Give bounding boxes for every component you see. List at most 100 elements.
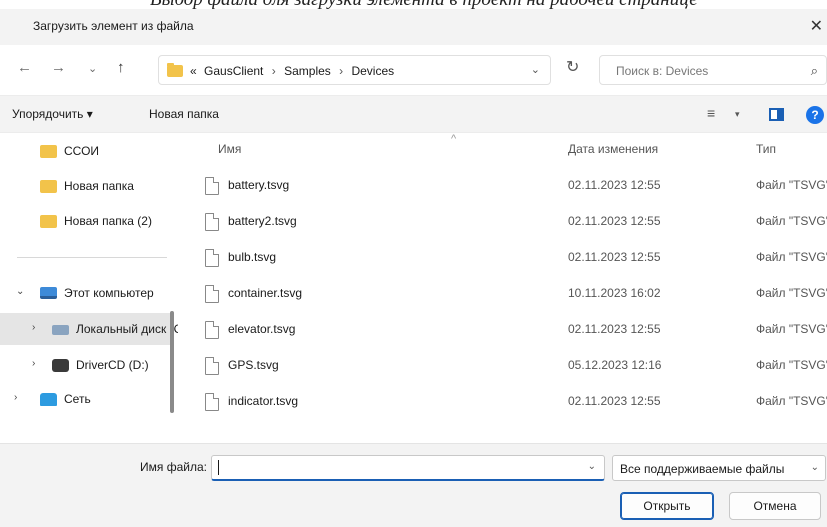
filename-input[interactable]: [212, 456, 582, 479]
breadcrumb-item-devices[interactable]: Devices: [351, 64, 394, 78]
file-name: battery.tsvg: [228, 178, 290, 192]
text-cursor: [218, 460, 219, 475]
file-type: Файл "TSVG": [756, 250, 827, 264]
file-name: bulb.tsvg: [228, 250, 277, 264]
view-options-icon[interactable]: ≡: [707, 105, 715, 121]
sidebar-item-label: Этот компьютер: [64, 286, 154, 300]
folder-icon: [40, 180, 57, 193]
file-date: 02.11.2023 12:55: [568, 250, 661, 264]
window-title: Загрузить элемент из файла: [33, 19, 194, 33]
filename-label: Имя файла:: [140, 460, 207, 474]
file-type: Файл "TSVG": [756, 358, 827, 372]
column-header-date[interactable]: Дата изменения: [568, 133, 658, 161]
address-bar[interactable]: « GausClient › Samples › Devices ⌄: [158, 55, 551, 85]
table-row[interactable]: bulb.tsvg 02.11.2023 12:55 Файл "TSVG": [183, 240, 827, 276]
sidebar-divider: [17, 257, 167, 258]
folder-icon: [40, 215, 57, 228]
dvd-drive-icon: [52, 359, 69, 372]
chevron-right-icon[interactable]: ›: [32, 322, 35, 333]
file-icon: [205, 285, 219, 303]
view-dropdown-icon[interactable]: ▾: [735, 109, 740, 120]
open-button[interactable]: Открыть: [620, 492, 714, 520]
back-arrow-icon[interactable]: ←: [17, 59, 32, 76]
sort-ascending-icon: ^: [451, 133, 457, 145]
background-text-fragment: Выбор файла для загрузки элемента в прое…: [0, 0, 827, 9]
chevron-down-icon[interactable]: ⌄: [811, 462, 819, 473]
table-row[interactable]: container.tsvg 10.11.2023 16:02 Файл "TS…: [183, 276, 827, 312]
filename-field[interactable]: ⌄: [211, 455, 605, 481]
file-name: indicator.tsvg: [228, 394, 299, 408]
preview-pane-icon[interactable]: [769, 108, 784, 121]
file-icon: [205, 393, 219, 411]
column-header-type[interactable]: Тип: [756, 133, 776, 161]
file-type: Файл "TSVG": [756, 178, 827, 192]
file-name: container.tsvg: [228, 286, 303, 300]
sidebar-item-label: Новая папка (2): [64, 214, 152, 228]
table-row[interactable]: battery.tsvg 02.11.2023 12:55 Файл "TSVG…: [183, 168, 827, 204]
search-icon[interactable]: ⌕: [811, 63, 818, 79]
new-folder-button[interactable]: Новая папка: [149, 107, 219, 121]
breadcrumb-overflow[interactable]: «: [190, 64, 197, 78]
file-name: elevator.tsvg: [228, 322, 296, 336]
sidebar-item-label: Новая папка: [64, 179, 134, 193]
breadcrumb-separator-icon[interactable]: ›: [272, 64, 276, 78]
sidebar-item-label: ССОИ: [64, 144, 100, 158]
chevron-right-icon[interactable]: ›: [32, 358, 35, 369]
table-row[interactable]: indicator.tsvg 02.11.2023 12:55 Файл "TS…: [183, 384, 827, 420]
sidebar-scrollbar[interactable]: [170, 311, 174, 413]
dialog-footer: Имя файла: ⌄ Все поддерживаемые файлы ⌄ …: [0, 443, 827, 527]
file-icon: [205, 357, 219, 375]
sidebar-item-new-folder[interactable]: Новая папка: [0, 170, 170, 202]
filename-dropdown-icon[interactable]: ⌄: [588, 461, 596, 472]
file-icon: [205, 249, 219, 267]
close-icon[interactable]: ✕: [810, 16, 823, 36]
sidebar-item-local-disk[interactable]: › Локальный диск (C:): [0, 313, 178, 345]
table-row[interactable]: GPS.tsvg 05.12.2023 12:16 Файл "TSVG": [183, 348, 827, 384]
sidebar-item-drivercd[interactable]: › DriverCD (D:): [0, 349, 170, 381]
recent-locations-chevron-icon[interactable]: ⌄: [88, 62, 97, 75]
breadcrumb-item-gausclient[interactable]: GausClient: [204, 64, 263, 78]
network-icon: [40, 393, 57, 406]
folder-icon: [40, 145, 57, 158]
navigation-pane: ССОИ Новая папка Новая папка (2) ⌄ Этот …: [0, 133, 178, 428]
file-name: GPS.tsvg: [228, 358, 279, 372]
file-date: 02.11.2023 12:55: [568, 214, 661, 228]
file-type-filter-value: Все поддерживаемые файлы: [620, 462, 785, 476]
sidebar-item-this-pc[interactable]: ⌄ Этот компьютер: [0, 277, 170, 309]
breadcrumb-separator-icon[interactable]: ›: [339, 64, 343, 78]
sidebar-item-network[interactable]: › Сеть: [0, 383, 170, 415]
command-bar: Упорядочить ▾ Новая папка ≡ ▾ ?: [0, 95, 827, 133]
chevron-down-icon[interactable]: ⌄: [16, 286, 24, 297]
breadcrumb-item-samples[interactable]: Samples: [284, 64, 331, 78]
search-box[interactable]: Поиск в: Devices ⌕: [599, 55, 827, 85]
file-date: 10.11.2023 16:02: [568, 286, 661, 300]
navigation-bar: ← → ⌄ ↑ « GausClient › Samples › Devices…: [0, 45, 827, 95]
breadcrumb: « GausClient › Samples › Devices: [190, 64, 394, 78]
file-icon: [205, 177, 219, 195]
table-row[interactable]: battery2.tsvg 02.11.2023 12:55 Файл "TSV…: [183, 204, 827, 240]
file-date: 02.11.2023 12:55: [568, 322, 661, 336]
help-icon[interactable]: ?: [806, 106, 824, 124]
computer-icon: [40, 287, 57, 299]
cancel-button[interactable]: Отмена: [729, 492, 821, 520]
file-type: Файл "TSVG": [756, 214, 827, 228]
file-type: Файл "TSVG": [756, 322, 827, 336]
table-row[interactable]: elevator.tsvg 02.11.2023 12:55 Файл "TSV…: [183, 312, 827, 348]
sidebar-item-ssoi[interactable]: ССОИ: [0, 135, 170, 167]
column-header-name[interactable]: Имя: [218, 133, 241, 161]
forward-arrow-icon[interactable]: →: [51, 59, 66, 76]
folder-icon: [167, 63, 183, 77]
sidebar-item-new-folder-2[interactable]: Новая папка (2): [0, 205, 170, 237]
refresh-icon[interactable]: ↻: [566, 57, 579, 77]
search-placeholder: Поиск в: Devices: [616, 64, 709, 78]
chevron-right-icon[interactable]: ›: [14, 392, 17, 403]
address-dropdown-icon[interactable]: ⌄: [531, 63, 540, 76]
organize-button[interactable]: Упорядочить ▾: [12, 107, 93, 121]
file-icon: [205, 321, 219, 339]
up-arrow-icon[interactable]: ↑: [117, 59, 125, 76]
file-date: 02.11.2023 12:55: [568, 394, 661, 408]
file-icon: [205, 213, 219, 231]
file-type-filter[interactable]: Все поддерживаемые файлы ⌄: [612, 455, 826, 481]
file-list: Имя ^ Дата изменения Тип battery.tsvg 02…: [183, 133, 827, 428]
title-bar: Загрузить элемент из файла ✕: [0, 9, 827, 45]
